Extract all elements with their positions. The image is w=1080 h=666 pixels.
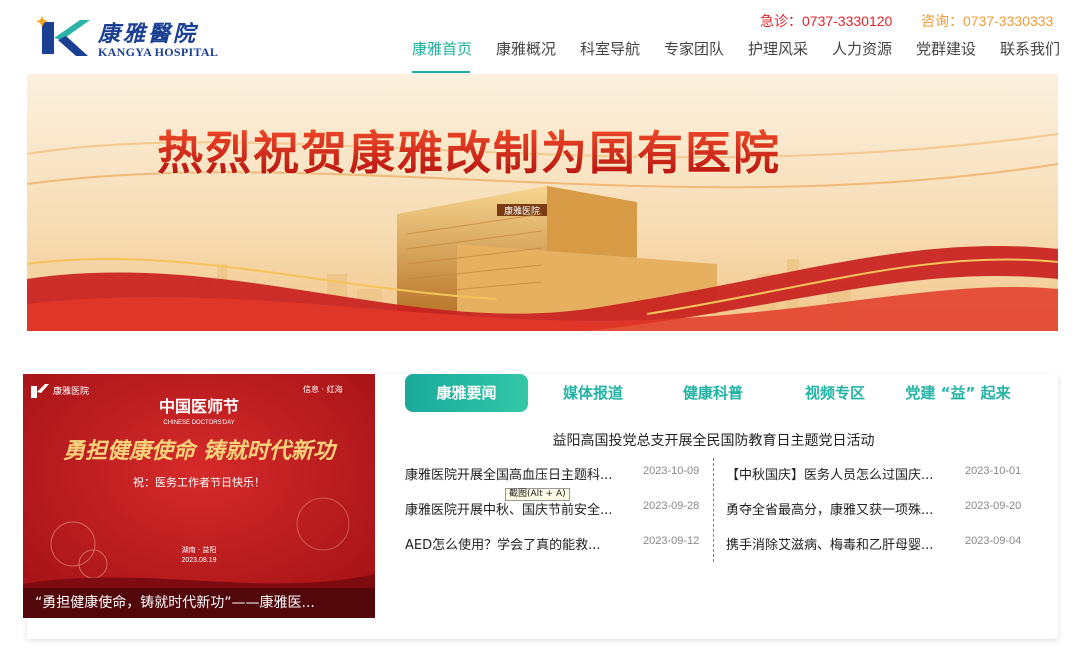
feature-wish: 祝：医务工作者节日快乐！ — [133, 475, 265, 489]
news-item-date: 2023-09-04 — [965, 535, 1022, 547]
feature-title-en: CHINESE DOCTORS'DAY — [163, 420, 234, 426]
news-item[interactable]: 康雅医院开展全国高血压日主题科... 2023-10-09 — [405, 464, 702, 484]
emergency-hotline: 急诊：0737-3330120 — [760, 13, 893, 29]
tab-video-zone[interactable]: 视频专区 — [780, 374, 890, 412]
news-item-date: 2023-10-09 — [643, 465, 700, 477]
news-item-title: 携手消除艾滋病、梅毒和乙肝母婴... — [726, 538, 934, 553]
feature-caption[interactable]: “勇担健康使命，铸就时代新功”——康雅医... — [23, 588, 375, 618]
nav-item-hr[interactable]: 人力资源 — [832, 38, 892, 59]
news-item[interactable]: 勇夺全省最高分，康雅又获一项殊... 2023-09-20 — [726, 499, 1024, 519]
nav-item-departments[interactable]: 科室导航 — [580, 38, 640, 59]
feature-date: 2023.08.19 — [181, 557, 216, 564]
tab-media-reports[interactable]: 媒体报道 — [538, 374, 648, 412]
feature-title: 中国医师节 — [159, 397, 239, 416]
feature-slogan: 勇担健康使命 铸就时代新功 — [63, 438, 338, 464]
news-tabs: 康雅要闻 媒体报道 健康科普 视频专区 党建 “益” 起来 — [405, 374, 1045, 412]
tab-health-science[interactable]: 健康科普 — [658, 374, 768, 412]
news-column-divider — [713, 458, 714, 562]
news-item-title: 勇夺全省最高分，康雅又获一项殊... — [726, 503, 934, 518]
news-item-date: 2023-09-28 — [643, 500, 700, 512]
nav-item-overview[interactable]: 康雅概况 — [496, 38, 556, 59]
feature-badge-right: 信息 · 红海 — [303, 384, 343, 394]
nav-item-nursing[interactable]: 护理风采 — [748, 38, 808, 59]
screenshot-tooltip: 截图(Alt + A) — [505, 488, 570, 501]
hero-banner[interactable]: 康雅医院 热烈祝贺康雅改制为国有医院 — [27, 74, 1058, 331]
news-item[interactable]: 携手消除艾滋病、梅毒和乙肝母婴... 2023-09-04 — [726, 534, 1024, 554]
feature-badge-left: 康雅医院 — [53, 385, 89, 397]
banner-headline: 热烈祝贺康雅改制为国有医院 — [157, 126, 781, 180]
nav-item-home[interactable]: 康雅首页 — [412, 38, 472, 59]
featured-news-image[interactable]: 康雅医院 信息 · 红海 中国医师节 CHINESE DOCTORS'DAY 勇… — [23, 374, 375, 618]
news-item-title: 【中秋国庆】医务人员怎么过国庆... — [726, 468, 934, 483]
news-item-date: 2023-10-01 — [965, 465, 1022, 477]
news-item[interactable]: AED怎么使用？学会了真的能救... 2023-09-12 — [405, 534, 702, 554]
tab-party-building[interactable]: 党建 “益” 起来 — [899, 374, 1017, 412]
tab-kangya-news[interactable]: 康雅要闻 — [405, 374, 528, 412]
news-item-title: 康雅医院开展全国高血压日主题科... — [405, 468, 613, 483]
news-item[interactable]: 【中秋国庆】医务人员怎么过国庆... 2023-10-01 — [726, 464, 1024, 484]
news-item-title: AED怎么使用？学会了真的能救... — [405, 538, 601, 553]
headline-news-link[interactable]: 益阳高国投党总支开展全民国防教育日主题党日活动 — [405, 430, 1022, 450]
consult-hotline: 咨询：0737-3330333 — [921, 13, 1054, 29]
feature-place: 湖南 · 益阳 — [182, 545, 217, 554]
news-item-title: 康雅医院开展中秋、国庆节前安全... — [405, 503, 613, 518]
nav-item-party[interactable]: 党群建设 — [916, 38, 976, 59]
news-item-date: 2023-09-20 — [965, 500, 1022, 512]
feature-poster: 康雅医院 信息 · 红海 中国医师节 CHINESE DOCTORS'DAY 勇… — [23, 374, 375, 618]
banner-artwork: 康雅医院 热烈祝贺康雅改制为国有医院 — [27, 74, 1058, 331]
news-item[interactable]: 康雅医院开展中秋、国庆节前安全... 2023-09-28 — [405, 499, 702, 519]
nav-item-contact[interactable]: 联系我们 — [1000, 38, 1060, 59]
nav-active-indicator — [412, 71, 470, 73]
nav-item-experts[interactable]: 专家团队 — [664, 38, 724, 59]
main-nav: 康雅首页 康雅概况 科室导航 专家团队 护理风采 人力资源 党群建设 联系我们 — [0, 38, 1080, 74]
news-item-date: 2023-09-12 — [643, 535, 700, 547]
